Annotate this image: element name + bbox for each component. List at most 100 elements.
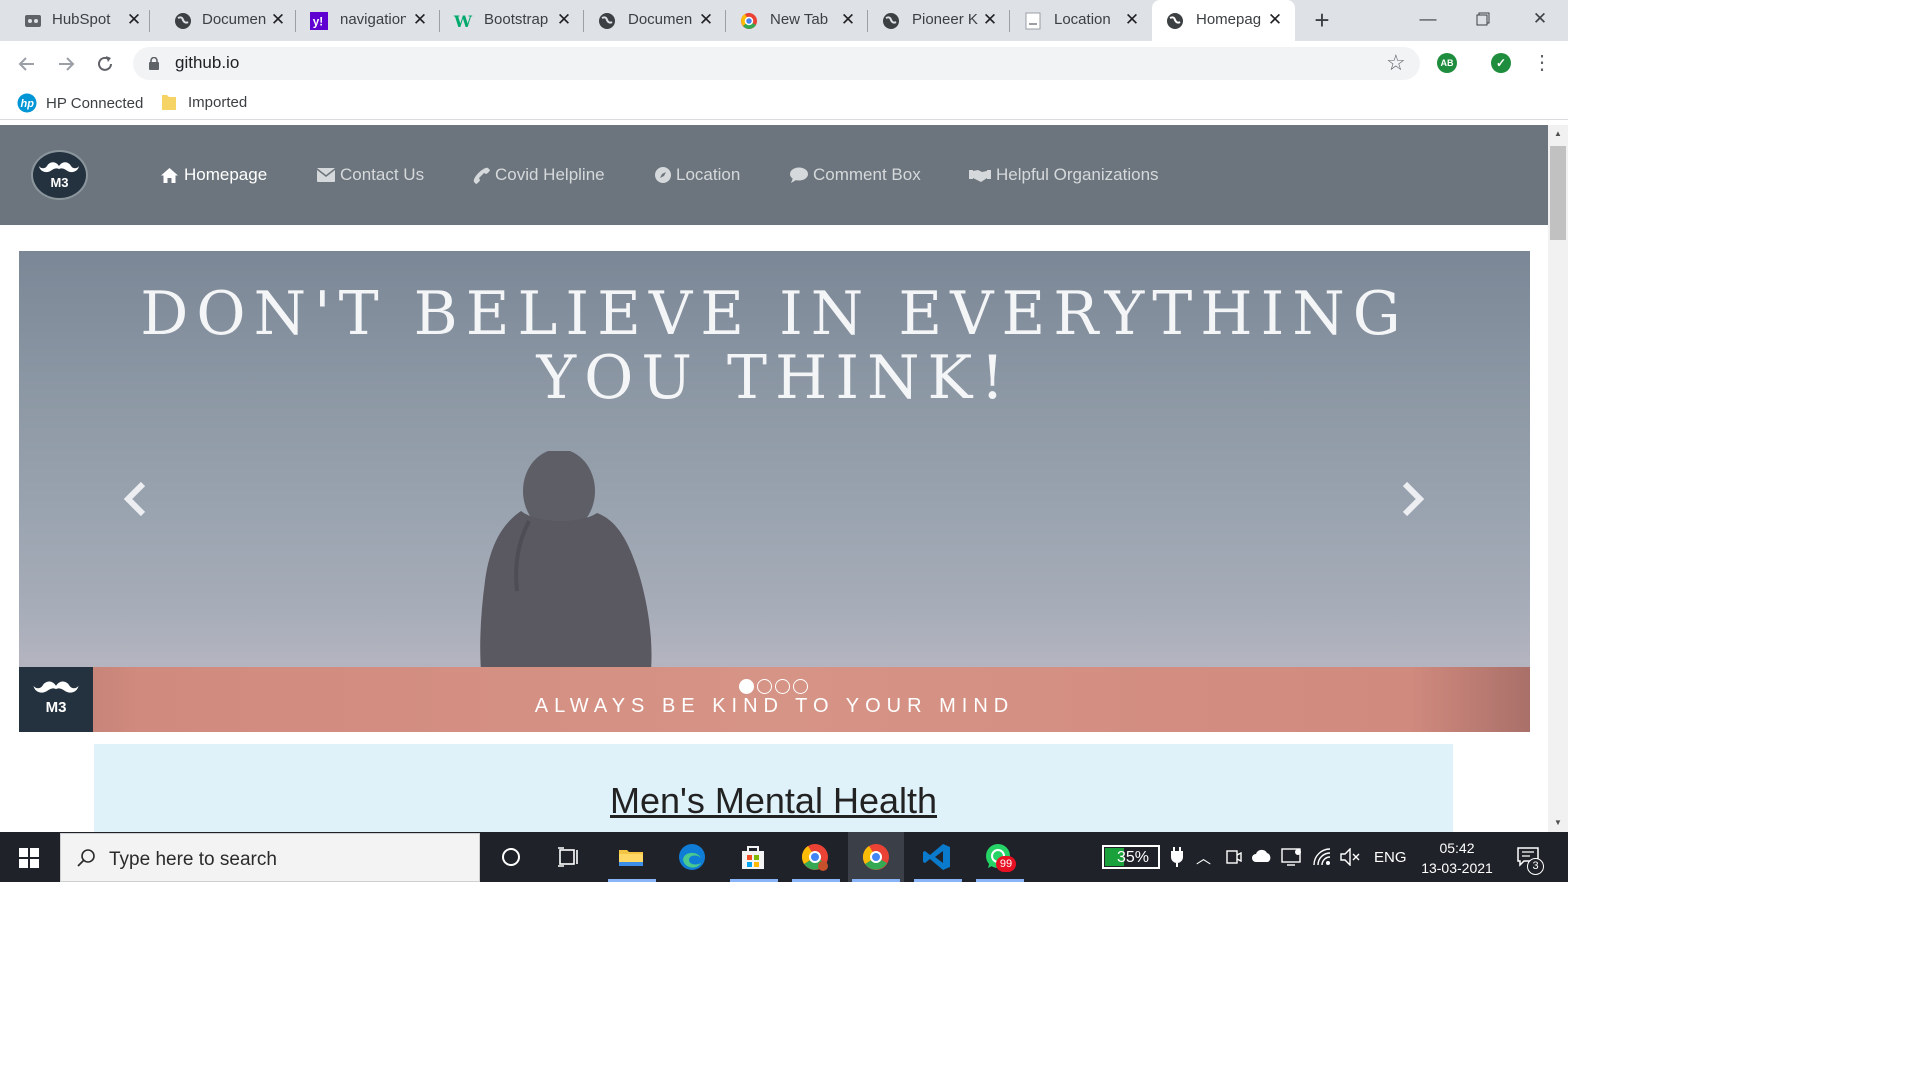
tab-location[interactable]: Location ✕ xyxy=(1010,0,1152,41)
close-icon[interactable]: ✕ xyxy=(696,10,716,30)
search-icon xyxy=(77,849,95,867)
scrollbar-thumb[interactable] xyxy=(1550,146,1566,240)
site-logo[interactable]: M3 xyxy=(31,150,88,200)
tab-bootstrap[interactable]: W Bootstrap ✕ xyxy=(440,0,584,41)
clock-date: 13-03-2021 xyxy=(1421,860,1493,876)
bookmark-imported[interactable]: Imported xyxy=(161,93,247,111)
nav-homepage[interactable]: Homepage xyxy=(160,165,267,185)
battery-percent: 35% xyxy=(1116,849,1150,866)
browser-toolbar: github.io ☆ AB ✓ ⋮ xyxy=(0,41,1568,86)
tab-title: Homepag xyxy=(1196,11,1262,28)
chrome-running-indicator xyxy=(852,879,900,882)
w3schools-icon: W xyxy=(454,11,472,31)
restore-button[interactable] xyxy=(1463,5,1503,33)
mustache-icon xyxy=(39,162,79,173)
start-button[interactable] xyxy=(0,832,58,882)
vscode-icon[interactable] xyxy=(922,842,952,872)
carousel-next-button[interactable] xyxy=(1393,481,1433,521)
scroll-down-icon[interactable]: ▼ xyxy=(1550,816,1566,830)
envelope-icon xyxy=(317,168,335,182)
tab-new-tab[interactable]: New Tab ✕ xyxy=(726,0,868,41)
tab-homepage[interactable]: Homepag ✕ xyxy=(1152,0,1295,41)
tab-title: Location xyxy=(1054,11,1111,28)
screen: HubSpot ✕ Documen ✕ y! navigation ✕ W Bo… xyxy=(0,0,1568,882)
close-icon[interactable]: ✕ xyxy=(124,10,144,30)
close-icon[interactable]: ✕ xyxy=(554,10,574,30)
reload-button[interactable] xyxy=(92,51,118,77)
tab-document-2[interactable]: Documen ✕ xyxy=(584,0,726,41)
task-view-icon[interactable] xyxy=(554,842,584,872)
tab-title: Bootstrap xyxy=(484,11,549,28)
carousel-indicator-4[interactable] xyxy=(793,679,808,694)
back-button[interactable] xyxy=(14,51,40,77)
tab-title: New Tab xyxy=(770,11,829,28)
power-plug-icon xyxy=(1171,847,1183,867)
close-icon[interactable]: ✕ xyxy=(268,10,288,30)
close-icon[interactable]: ✕ xyxy=(1265,10,1285,30)
nav-helpful-organizations[interactable]: Helpful Organizations xyxy=(969,165,1159,185)
carousel-indicator-3[interactable] xyxy=(775,679,790,694)
whatsapp-running-indicator xyxy=(976,879,1024,882)
folder-icon xyxy=(162,95,176,110)
nav-covid-helpline[interactable]: Covid Helpline xyxy=(473,165,605,185)
bookmark-star-icon[interactable]: ☆ xyxy=(1386,50,1406,76)
tab-strip: HubSpot ✕ Documen ✕ y! navigation ✕ W Bo… xyxy=(0,0,1568,41)
taskbar-search-box[interactable]: Type here to search xyxy=(60,833,480,882)
vscode-running-indicator xyxy=(914,879,962,882)
taskbar-clock[interactable]: 05:42 13-03-2021 xyxy=(1412,838,1502,878)
clock-time: 05:42 xyxy=(1439,840,1475,856)
nav-contact-us[interactable]: Contact Us xyxy=(317,165,424,185)
carousel-indicator-2[interactable] xyxy=(757,679,772,694)
tab-title: Documen xyxy=(628,11,693,28)
tab-hubspot[interactable]: HubSpot ✕ xyxy=(0,0,150,41)
carousel-prev-button[interactable] xyxy=(115,481,155,521)
tab-navigation[interactable]: y! navigation ✕ xyxy=(296,0,440,41)
bookmark-hp-connected[interactable]: hp HP Connected xyxy=(17,93,143,113)
cortana-icon[interactable] xyxy=(496,842,526,872)
file-explorer-icon[interactable] xyxy=(616,842,646,872)
close-icon[interactable]: ✕ xyxy=(1122,10,1142,30)
forward-button[interactable] xyxy=(53,51,79,77)
language-indicator[interactable]: ENG xyxy=(1374,849,1407,866)
edge-icon[interactable] xyxy=(677,842,707,872)
url-text[interactable]: github.io xyxy=(175,53,239,73)
comment-icon xyxy=(790,167,808,183)
tab-title: Pioneer K xyxy=(912,11,978,28)
scroll-up-icon[interactable]: ▲ xyxy=(1550,127,1566,141)
tab-document-1[interactable]: Documen ✕ xyxy=(150,0,296,41)
compass-icon xyxy=(655,167,671,183)
nav-location[interactable]: Location xyxy=(655,165,740,185)
wifi-icon[interactable] xyxy=(1312,847,1332,867)
minimize-button[interactable]: — xyxy=(1408,5,1448,33)
close-icon[interactable]: ✕ xyxy=(838,10,858,30)
show-hidden-icons-icon[interactable]: ︿ xyxy=(1196,847,1211,868)
battery-indicator[interactable]: 35% xyxy=(1102,845,1160,869)
carousel-indicator-1[interactable] xyxy=(739,679,754,694)
chrome-icon[interactable] xyxy=(861,842,891,872)
browser-menu-icon[interactable]: ⋮ xyxy=(1532,50,1552,75)
nav-comment-box[interactable]: Comment Box xyxy=(790,165,921,185)
adblock-extension-icon[interactable]: AB xyxy=(1437,53,1457,73)
display-icon[interactable] xyxy=(1281,847,1303,867)
close-window-button[interactable]: ✕ xyxy=(1520,5,1560,33)
carousel-quote-line-2: YOU THINK! xyxy=(536,343,1013,413)
shield-extension-icon[interactable]: ✓ xyxy=(1491,53,1511,73)
volume-muted-icon[interactable] xyxy=(1340,848,1360,866)
page-icon xyxy=(1024,12,1042,30)
yahoo-icon: y! xyxy=(310,12,328,30)
address-bar[interactable] xyxy=(133,47,1420,80)
close-icon[interactable]: ✕ xyxy=(410,10,430,30)
meet-now-icon[interactable] xyxy=(1225,848,1243,866)
nav-label: Homepage xyxy=(184,165,268,184)
nav-label: Covid Helpline xyxy=(495,165,605,184)
chrome-profile-icon[interactable] xyxy=(800,842,830,872)
store-icon[interactable] xyxy=(738,842,768,872)
person-silhouette-image xyxy=(480,451,652,671)
file-explorer-running-indicator xyxy=(608,879,656,882)
store-running-indicator xyxy=(730,879,778,882)
close-icon[interactable]: ✕ xyxy=(980,10,1000,30)
tab-pioneer[interactable]: Pioneer K ✕ xyxy=(868,0,1010,41)
onedrive-icon[interactable] xyxy=(1251,849,1273,863)
hero-carousel: DON'T BELIEVE IN EVERYTHING YOU THINK! M… xyxy=(19,251,1530,732)
new-tab-button[interactable]: + xyxy=(1308,7,1336,35)
